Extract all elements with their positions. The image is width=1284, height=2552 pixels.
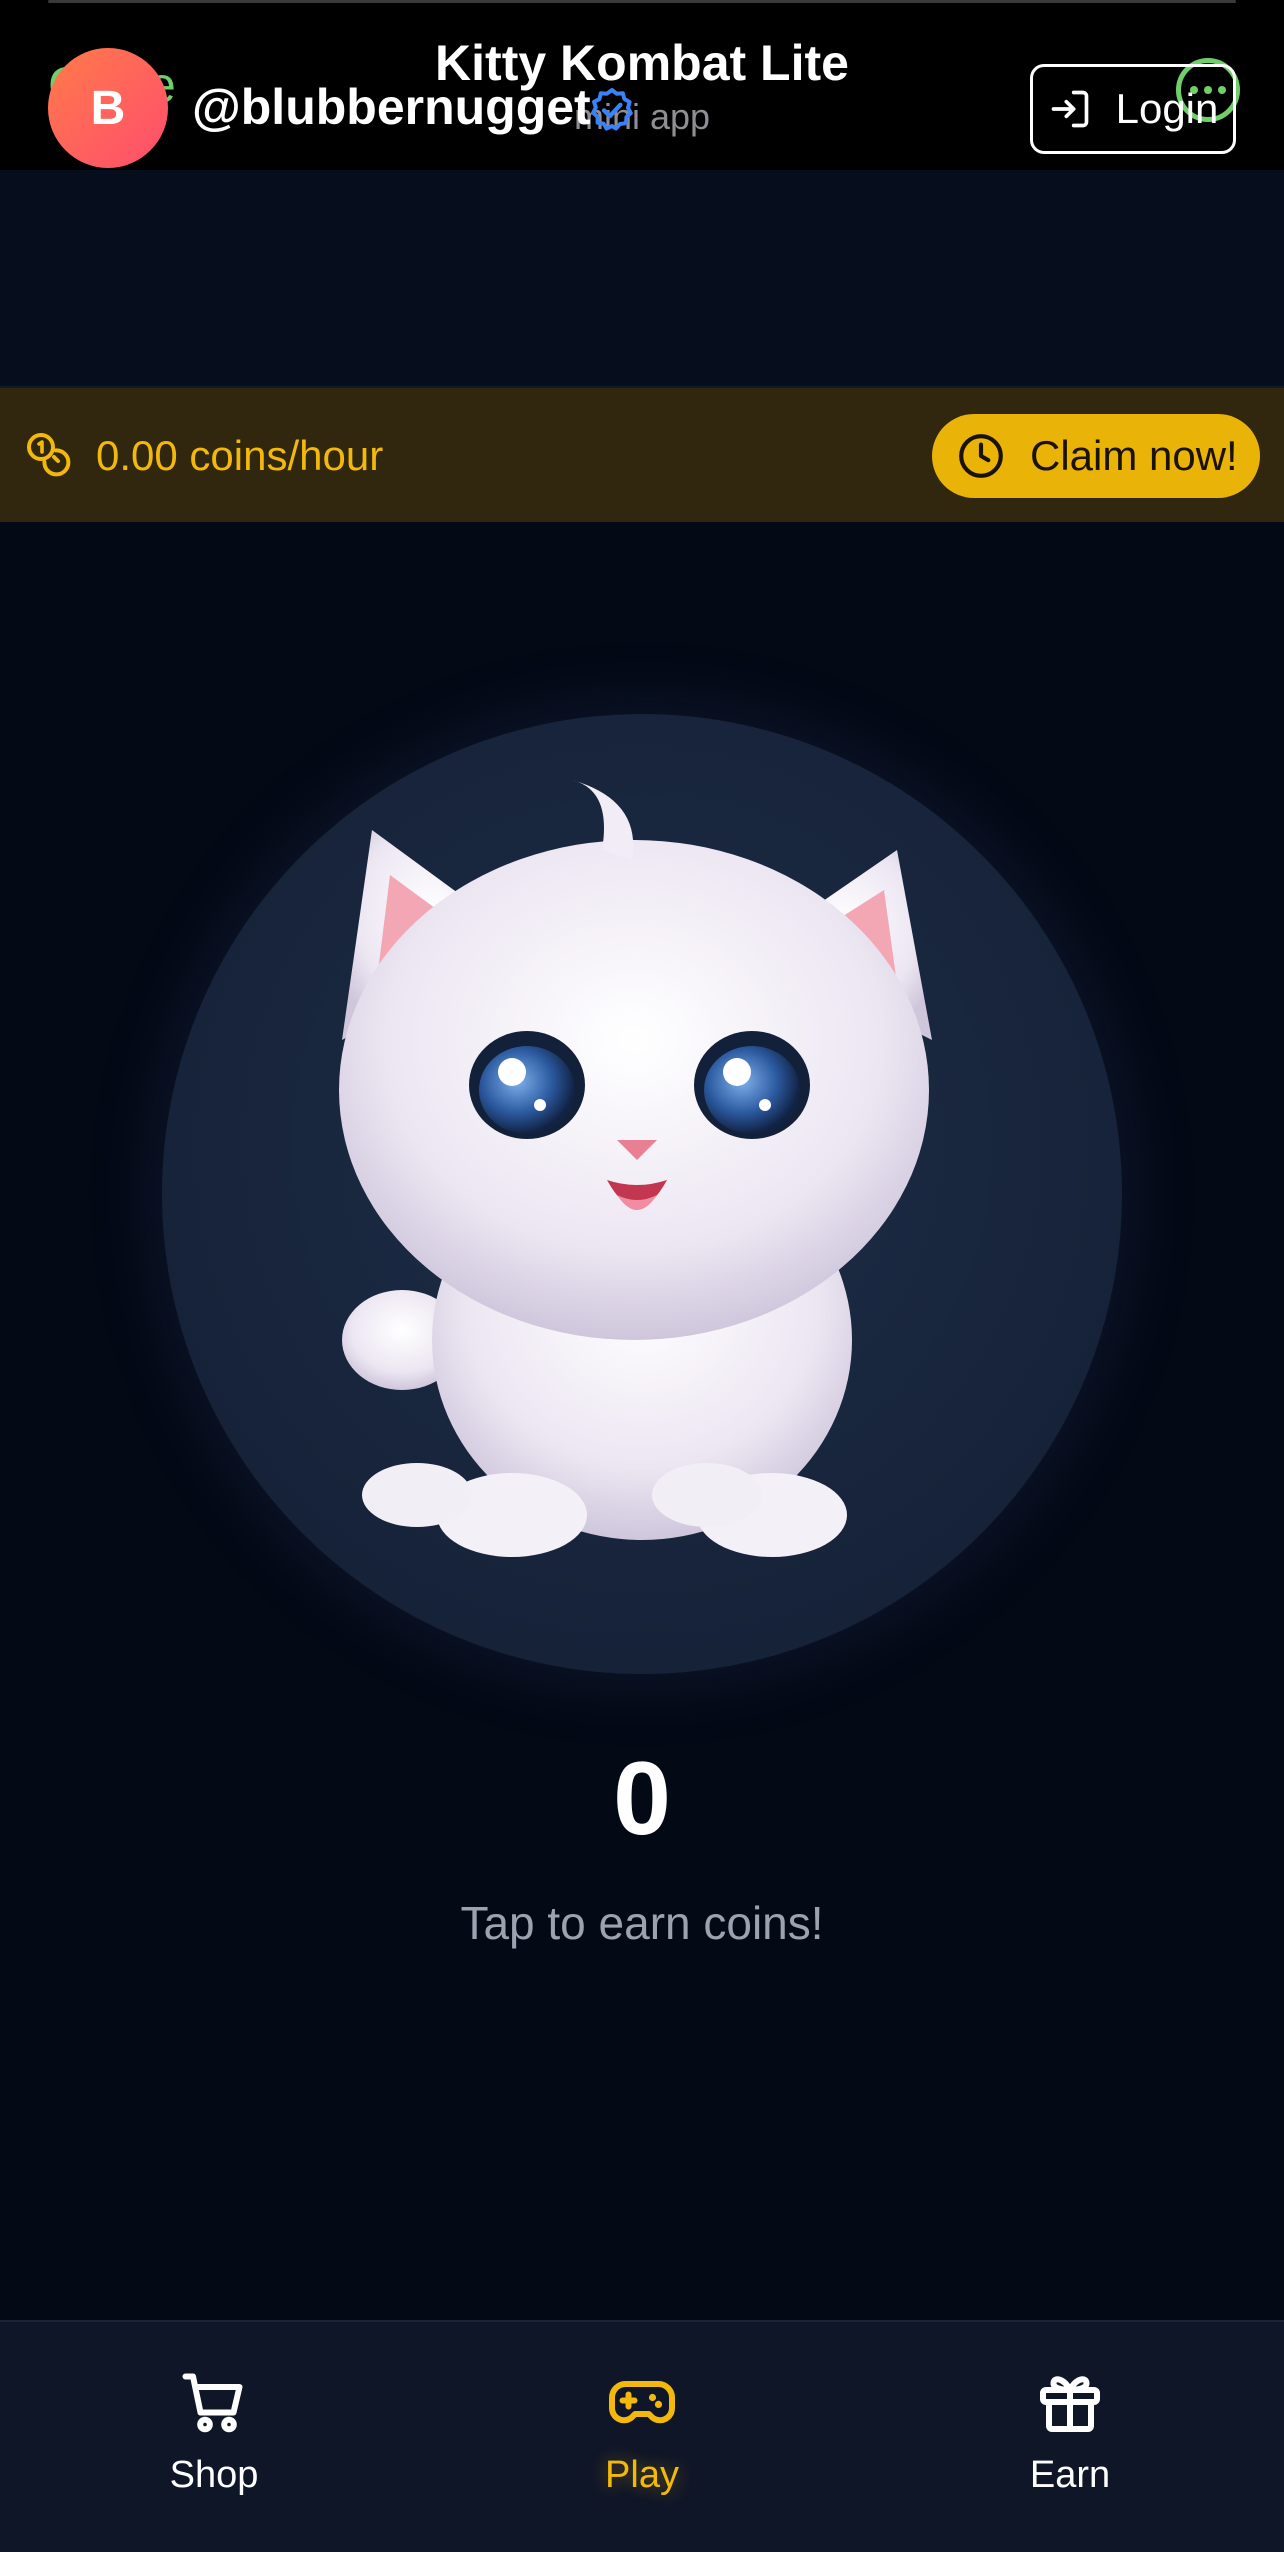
tap-hint: Tap to earn coins! [460, 1897, 824, 1949]
gamepad-icon [609, 2381, 675, 2424]
clock-icon [959, 434, 1003, 478]
coins-rate: 0.00 coins/hour [96, 432, 384, 479]
nav-item-shop[interactable]: Shop [94, 2366, 334, 2496]
claim-label: Claim now! [1030, 432, 1238, 479]
username: @blubbernugget [192, 79, 591, 135]
login-button[interactable]: Login [1030, 64, 1236, 154]
avatar[interactable]: B [48, 48, 168, 168]
login-label: Login [1115, 85, 1219, 132]
nav-label-earn: Earn [1029, 2454, 1111, 2496]
coins-icon [27, 433, 71, 477]
login-icon [1051, 90, 1088, 128]
claim-button[interactable]: Claim now! [932, 414, 1260, 498]
gift-icon [1040, 2376, 1100, 2432]
nav-item-play[interactable]: Play [522, 2366, 762, 2496]
top-divider [48, 0, 1236, 3]
kitten-image[interactable] [312, 780, 972, 1580]
nav-label-shop: Shop [169, 2454, 259, 2496]
coin-score: 0 [613, 1741, 671, 1857]
profile-header [0, 170, 1284, 388]
cart-icon [182, 2373, 243, 2433]
nav-label-play: Play [605, 2454, 679, 2496]
verified-badge-icon [591, 88, 633, 131]
nav-item-earn[interactable]: Earn [950, 2366, 1190, 2496]
